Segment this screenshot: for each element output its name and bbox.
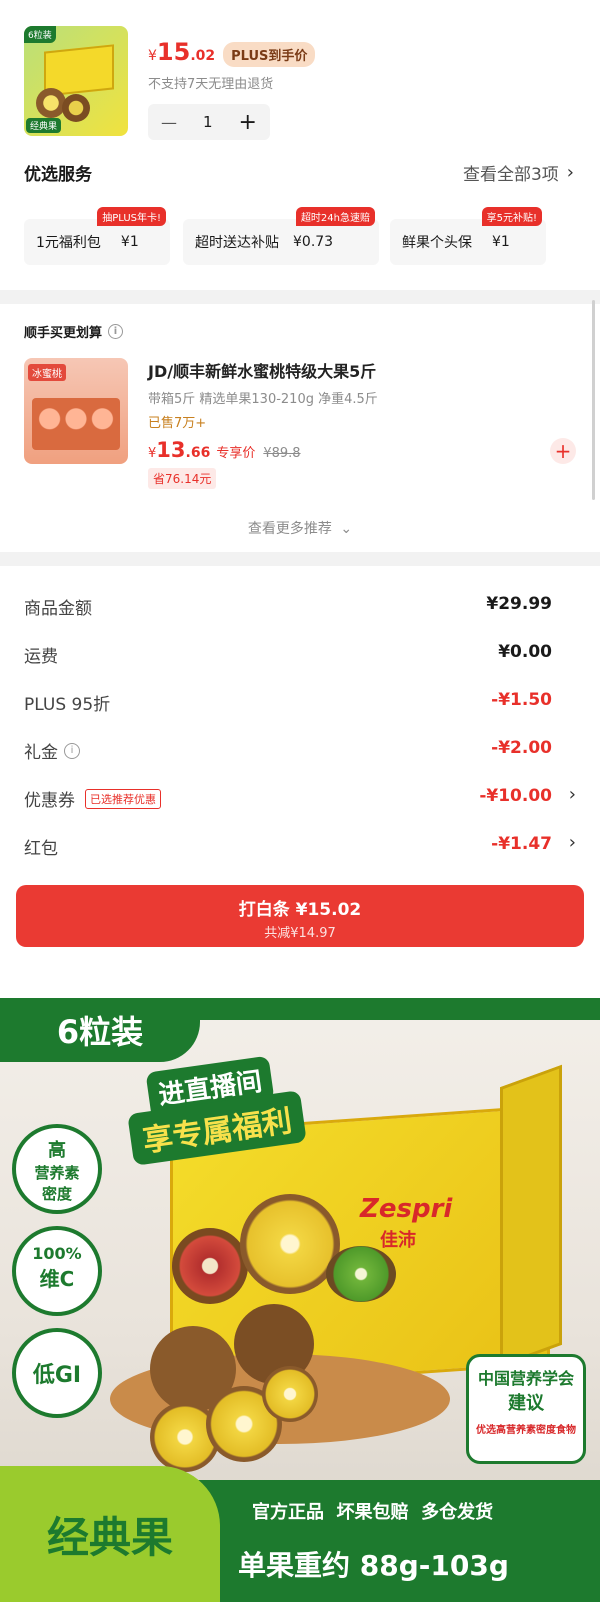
services-title: 优选服务 (24, 165, 92, 185)
qty-minus-button[interactable]: — (161, 113, 177, 132)
summary-value-plus: -¥1.50 (491, 690, 552, 710)
pay-button-sub: 共减¥14.97 (264, 926, 336, 941)
nutrient-density-badge: 高 营养素 密度 (12, 1124, 102, 1214)
service-features: 官方正品 坏果包赔 多仓发货 (252, 1502, 494, 1523)
summary-label-coupon[interactable]: 优惠券 已选推荐优惠 (24, 786, 161, 811)
recommend-product-name[interactable]: JD/顺丰新鲜水蜜桃特级大果5斤 (148, 358, 376, 382)
product-promo-banner: 6粒装 Zespri 佳沛 进直播间 享专属福利 高 营养素 密度 100% 维… (0, 998, 600, 1602)
add-to-cart-button[interactable]: + (550, 438, 576, 464)
info-icon[interactable]: i (64, 742, 80, 759)
kiwi-box-side (500, 1064, 562, 1368)
original-price: ¥89.8 (263, 446, 301, 461)
recommend-product-spec: 带箱5斤 精选单果130-210g 净重4.5斤 (148, 392, 378, 407)
green-kiwi-image (326, 1246, 396, 1302)
recommend-price: ¥ 13 .66 专享价 ¥89.8 (148, 438, 301, 462)
view-more-recommend[interactable]: 查看更多推荐 ⌄ (0, 518, 600, 538)
vitamin-c-badge: 100% 维C (12, 1226, 102, 1316)
service-item-welfare-pack[interactable]: 抽PLUS年卡! 1元福利包 ¥1 (24, 207, 170, 265)
qty-plus-button[interactable]: + (239, 110, 257, 135)
summary-value-redpacket[interactable]: -¥1.47 (491, 834, 552, 854)
top-green-strip (200, 998, 600, 1020)
section-divider (0, 552, 600, 566)
summary-value-goods: ¥29.99 (486, 594, 552, 614)
kiwi-image (36, 88, 66, 118)
brand-logo-cn: 佳沛 (380, 1230, 416, 1251)
service-tag: 抽PLUS年卡! (97, 207, 166, 226)
summary-label-plus: PLUS 95折 (24, 695, 111, 715)
red-kiwi-image (172, 1228, 248, 1304)
summary-label-redpacket[interactable]: 红包 (24, 834, 58, 859)
info-icon[interactable]: i (108, 324, 124, 339)
quantity-stepper: — 1 + (148, 104, 270, 140)
pay-button[interactable]: 打白条 ¥15.02 共减¥14.97 (16, 885, 584, 947)
service-item-size-guarantee[interactable]: 享5元补贴! 鲜果个头保 ¥1 (390, 207, 546, 265)
qty-value[interactable]: 1 (203, 113, 213, 131)
save-amount-badge: 省76.14元 (148, 468, 217, 489)
view-all-services[interactable]: 查看全部3项 › (463, 160, 574, 185)
summary-label-gift: 礼金 i (24, 738, 80, 763)
summary-value-shipping: ¥0.00 (498, 642, 552, 662)
section-divider (0, 290, 600, 304)
recommend-sold-count: 已售7万+ (148, 416, 207, 431)
return-policy-note: 不支持7天无理由退货 (148, 77, 274, 92)
gold-kiwi-half-image (262, 1366, 318, 1422)
scrollbar[interactable] (592, 300, 595, 500)
gold-kiwi-image (240, 1194, 340, 1294)
thumb-badge: 6粒装 (24, 26, 56, 43)
chevron-right-icon: › (566, 162, 574, 183)
plus-price-tag: PLUS到手价 (223, 42, 316, 67)
peach-box-image (32, 398, 120, 450)
brand-logo: Zespri (360, 1194, 453, 1224)
peach-thumb-label: 冰蜜桃 (28, 364, 66, 381)
classic-fruit-tag: 经典果 (0, 1466, 220, 1602)
chevron-right-icon[interactable]: › (569, 832, 576, 853)
service-tag: 超时24h急速赔 (295, 207, 375, 226)
product-price: ¥ 15 .02 PLUS到手价 (148, 38, 316, 67)
service-tag: 享5元补贴! (481, 207, 542, 226)
product-thumbnail[interactable]: 6粒装 经典果 (24, 26, 128, 136)
thumb-caption: 经典果 (26, 118, 62, 133)
service-item-delay-subsidy[interactable]: 超时24h急速赔 超时送达补贴 ¥0.73 (183, 207, 379, 265)
pay-button-label: 打白条 ¥15.02 (238, 900, 362, 920)
nutrition-society-badge: 中国营养学会 建议 优选高营养素密度食物 (466, 1354, 586, 1464)
summary-value-gift: -¥2.00 (491, 738, 552, 758)
peach-thumbnail[interactable]: 冰蜜桃 (24, 358, 128, 464)
summary-label-shipping: 运费 (24, 647, 58, 667)
coupon-badge: 已选推荐优惠 (85, 788, 161, 809)
pack-badge: 6粒装 (0, 998, 200, 1062)
chevron-right-icon[interactable]: › (569, 784, 576, 805)
summary-value-coupon[interactable]: -¥10.00 (479, 786, 552, 806)
kiwi-image (62, 94, 90, 122)
recommend-header: 顺手买更划算 i (24, 322, 124, 341)
chevron-down-icon: ⌄ (340, 521, 353, 537)
low-gi-badge: 低GI (12, 1328, 102, 1418)
fruit-weight: 单果重约 88g-103g (238, 1549, 509, 1582)
summary-label-goods: 商品金额 (24, 599, 92, 619)
